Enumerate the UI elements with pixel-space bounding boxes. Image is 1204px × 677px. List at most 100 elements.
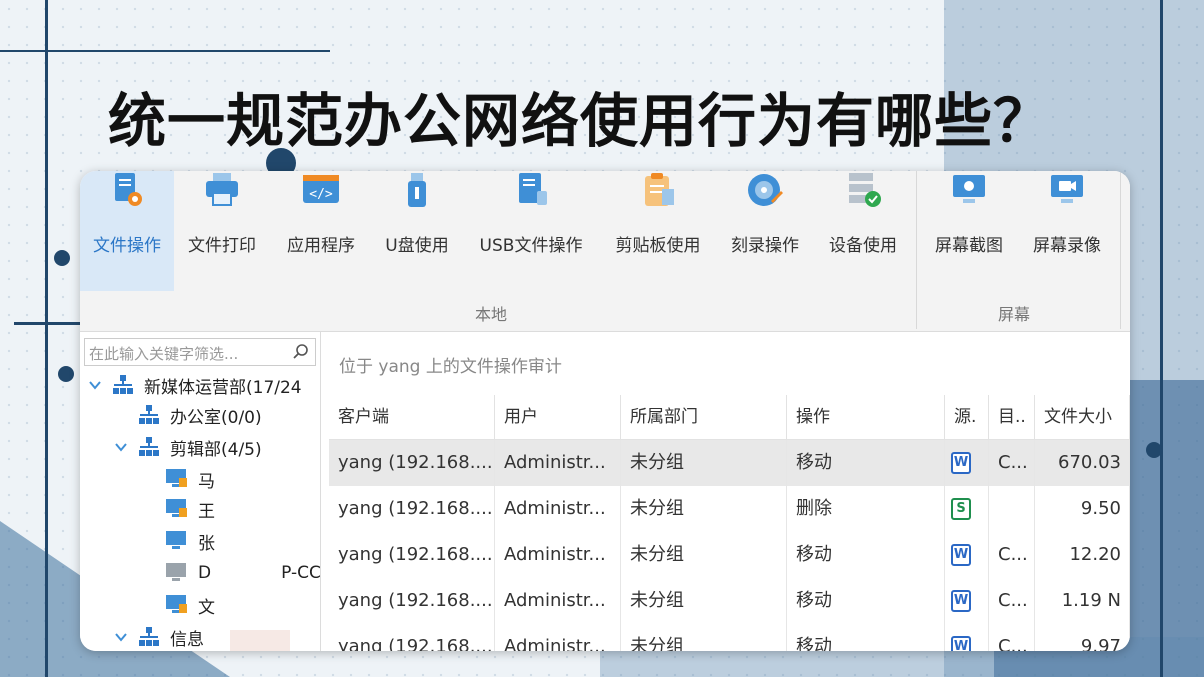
cell-department: 未分组 [621,578,787,624]
table-header: 客户端 用户 所属部门 操作 源. 目.. 文件大小 [329,395,1130,440]
ribbon-group-screen: 屏幕 [998,305,1031,324]
ribbon-label: U盘使用 [385,236,449,256]
decor-dot [1146,442,1162,458]
tree-label: 信息 [170,629,204,650]
app-window: 文件操作 文件打印 </> 应用程序 U盘使用 USB文件操作 剪贴板使用 刻录… [80,171,1130,651]
ribbon-disc-burn[interactable]: 刻录操作 [720,171,810,291]
cell-user: Administr... [495,440,621,486]
ribbon-label: 剪贴板使用 [615,236,701,256]
chevron-down-icon[interactable] [88,378,102,392]
cell-file-size: 9.97 [1035,624,1130,651]
ribbon-device-usage[interactable]: 设备使用 [818,171,908,291]
cell-operation: 删除 [787,486,945,532]
tree-node-computer[interactable]: 张 [166,526,215,556]
printer-icon [206,173,238,206]
cell-target: C... [989,578,1035,624]
chevron-down-icon[interactable] [114,440,128,454]
ribbon-label: 应用程序 [287,236,355,256]
computer-icon [166,531,186,549]
ribbon-usb-drive[interactable]: U盘使用 [376,171,458,291]
chevron-down-icon[interactable] [114,630,128,644]
column-header-department[interactable]: 所属部门 [621,395,787,439]
clipboard-icon [645,173,674,206]
computer-locked-icon [166,595,187,613]
search-input[interactable]: 在此输入关键字筛选... [84,338,316,366]
file-operation-icon [115,173,142,206]
ribbon-label: 刻录操作 [731,236,799,256]
tree-node-root[interactable]: 新媒体运营部(17/24 [88,370,302,400]
tree-node-computer[interactable]: 文 [166,590,215,620]
usb-file-icon [519,173,547,205]
column-header-file-size[interactable]: 文件大小 [1035,395,1130,439]
computer-locked-icon [166,499,187,517]
screen-record-icon [1051,175,1083,203]
decor-dot [54,250,70,266]
computer-offline-icon [166,563,186,581]
privacy-blur [230,630,290,651]
ribbon-group-separator [1120,171,1121,329]
tree-label: 办公室(0/0) [170,407,262,428]
table-row[interactable]: yang (192.168.... Administr... 未分组 移动 W … [329,624,1130,651]
column-header-target[interactable]: 目.. [989,395,1035,439]
tree-label: 张 [198,533,215,554]
cell-user: Administr... [495,532,621,578]
tree-label: P-CC [281,563,321,583]
cell-file-size: 670.03 [1035,440,1130,486]
cell-department: 未分组 [621,486,787,532]
tree-node-office[interactable]: 办公室(0/0) [138,400,262,430]
ribbon-file-operation[interactable]: 文件操作 [80,171,174,291]
column-header-user[interactable]: 用户 [495,395,621,439]
ribbon-label: 文件操作 [93,236,161,256]
ribbon-file-print[interactable]: 文件打印 [176,171,268,291]
cell-client: yang (192.168.... [329,532,495,578]
ribbon-label: 设备使用 [829,236,897,256]
tree-label: D [198,563,212,583]
cell-target: C... [989,624,1035,651]
usb-drive-icon [408,173,426,207]
table-row[interactable]: yang (192.168.... Administr... 未分组 移动 W … [329,532,1130,578]
ribbon-screenshot[interactable]: 屏幕截图 [924,171,1014,291]
ribbon-usb-file-operation[interactable]: USB文件操作 [470,171,592,291]
table-row[interactable]: yang (192.168.... Administr... 未分组 移动 W … [329,440,1130,486]
ribbon-clipboard[interactable]: 剪贴板使用 [606,171,710,291]
cell-client: yang (192.168.... [329,578,495,624]
cell-operation: 移动 [787,532,945,578]
cell-source: W [945,532,989,578]
location-label: 位于 yang 上的文件操作审计 [339,357,562,377]
department-tree-pane: 在此输入关键字筛选... 新媒体运营部(17/24 办公室(0/0) 剪辑部(4… [80,332,321,651]
ribbon-applications[interactable]: </> 应用程序 [275,171,367,291]
tree-label: 马 [198,471,215,492]
table-row[interactable]: yang (192.168.... Administr... 未分组 删除 S … [329,486,1130,532]
cell-file-size: 9.50 [1035,486,1130,532]
cell-source: W [945,578,989,624]
word-file-icon: W [951,636,971,651]
disc-burn-icon [748,174,783,206]
cell-client: yang (192.168.... [329,440,495,486]
cell-operation: 移动 [787,440,945,486]
column-header-operation[interactable]: 操作 [787,395,945,439]
org-chart-icon [139,627,159,646]
tree-node-computer[interactable]: 马 [166,464,215,494]
ribbon-group-separator [916,171,917,329]
device-check-icon [849,173,881,207]
org-chart-icon [139,405,159,424]
cell-department: 未分组 [621,624,787,651]
cell-department: 未分组 [621,440,787,486]
ribbon-screen-record[interactable]: 屏幕录像 [1022,171,1112,291]
table-row[interactable]: yang (192.168.... Administr... 未分组 移动 W … [329,578,1130,624]
cell-operation: 移动 [787,624,945,651]
ribbon-label: 文件打印 [188,236,256,256]
cell-user: Administr... [495,578,621,624]
search-icon[interactable] [293,344,309,360]
cell-source: S [945,486,989,532]
tree-node-computer[interactable]: 王 [166,494,215,524]
screenshot-icon [953,175,985,203]
column-header-source[interactable]: 源. [945,395,989,439]
column-header-client[interactable]: 客户端 [329,395,495,439]
cell-department: 未分组 [621,532,787,578]
ribbon-label: USB文件操作 [479,236,583,256]
svg-text:</>: </> [309,187,333,202]
word-file-icon: W [951,452,971,474]
tree-node-info[interactable]: 信息 [114,622,204,651]
cell-user: Administr... [495,624,621,651]
